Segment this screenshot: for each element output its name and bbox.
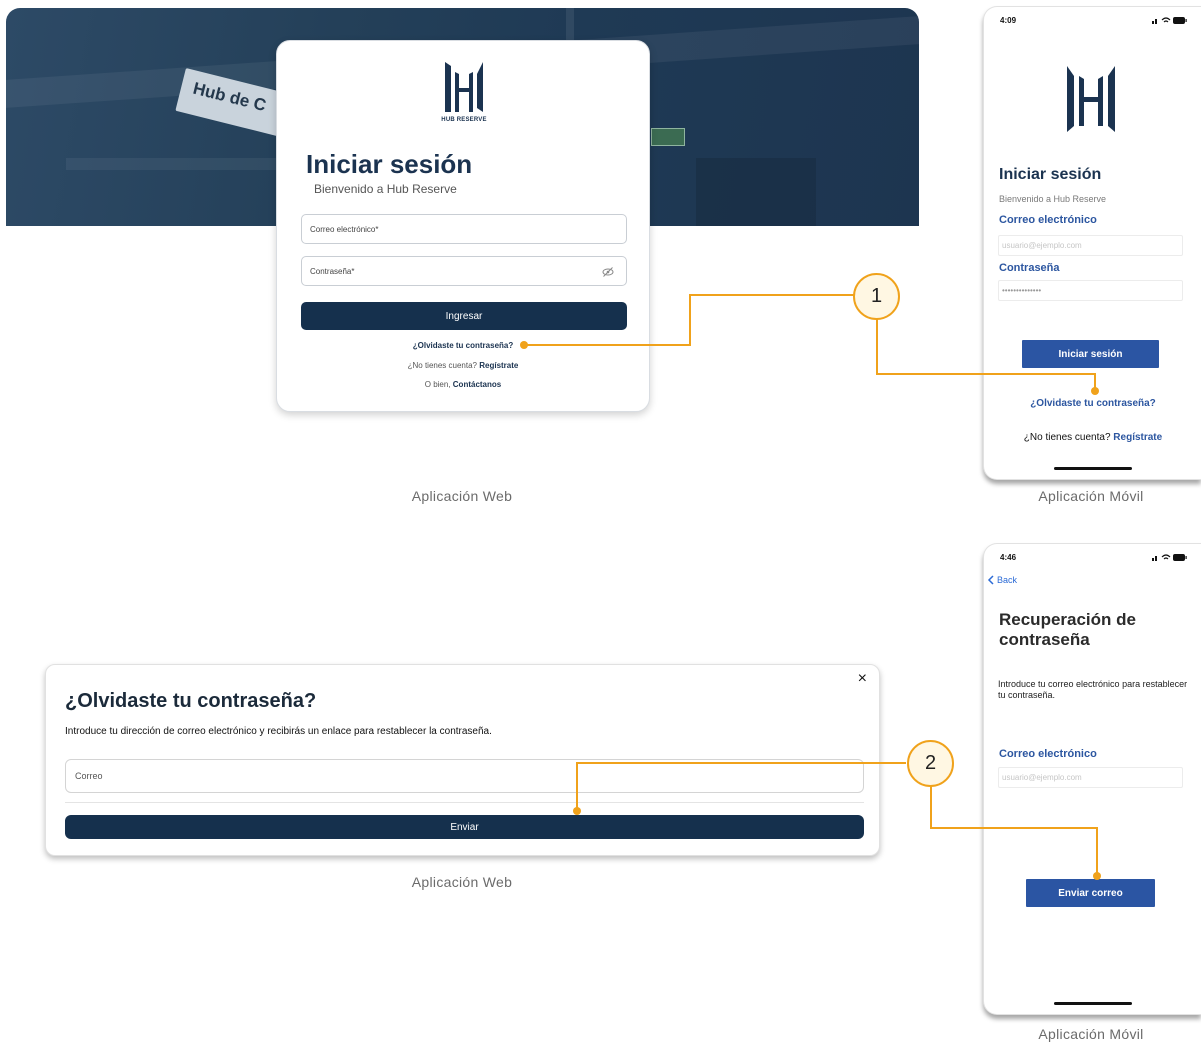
contact-line: O bien, Contáctanos (277, 380, 649, 389)
status-bar-icons (1152, 554, 1187, 561)
modal-email-input[interactable]: Correo (65, 759, 864, 793)
web-forgot-caption: Aplicación Web (411, 874, 513, 890)
back-label: Back (997, 575, 1018, 585)
status-time: 4:09 (1000, 16, 1017, 25)
register-link[interactable]: Regístrate (479, 361, 518, 370)
mobile-login-button[interactable]: Iniciar sesión (1022, 340, 1159, 368)
home-indicator (1054, 1002, 1132, 1005)
recovery-email-input[interactable]: usuario@ejemplo.com (998, 767, 1183, 788)
modal-divider (65, 802, 864, 803)
web-login-caption: Aplicación Web (411, 488, 513, 504)
register-line: ¿No tienes cuenta? Regístrate (277, 361, 649, 370)
modal-title: ¿Olvidaste tu contraseña? (65, 690, 317, 712)
email-field-label: Correo electrónico (310, 224, 376, 234)
forgot-password-link[interactable]: ¿Olvidaste tu contraseña? (277, 341, 649, 350)
login-card: HUB RESERVE Iniciar sesión Bienvenido a … (276, 40, 650, 412)
mobile-register-line: ¿No tienes cuenta? Regístrate (984, 432, 1201, 443)
annotation-badge-2: 2 (907, 740, 954, 787)
contact-link[interactable]: Contáctanos (453, 380, 501, 389)
login-button[interactable]: Ingresar (301, 302, 627, 330)
recovery-title-line1: Recuperación de (999, 610, 1136, 629)
close-icon[interactable]: × (858, 670, 867, 688)
page-subtitle: Bienvenido a Hub Reserve (314, 182, 457, 196)
email-field[interactable]: Correo electrónico * (301, 214, 627, 244)
mobile-no-account-text: ¿No tienes cuenta? (1023, 432, 1111, 443)
eye-off-icon[interactable] (602, 266, 614, 278)
home-indicator (1054, 467, 1132, 470)
logo-text: HUB RESERVE (441, 117, 487, 123)
recovery-title: Recuperación de contraseña (999, 610, 1136, 650)
annotation-badge-1: 1 (853, 273, 900, 320)
mobile-password-input[interactable]: •••••••••••••• (998, 280, 1183, 301)
hub-reserve-logo (1067, 66, 1115, 132)
mobile-page-title: Iniciar sesión (999, 166, 1102, 183)
back-button[interactable]: Back (987, 575, 1017, 585)
or-text: O bien, (424, 380, 451, 389)
hub-reserve-logo: HUB RESERVE (437, 56, 491, 128)
exit-sign (651, 128, 685, 146)
mobile-email-label: Correo electrónico (999, 214, 1097, 226)
forgot-password-modal: × ¿Olvidaste tu contraseña? Introduce tu… (45, 664, 880, 856)
mobile-subtitle: Bienvenido a Hub Reserve (999, 194, 1107, 204)
recovery-description: Introduce tu correo electrónico para res… (998, 679, 1188, 700)
status-bar-icons (1152, 17, 1187, 24)
chevron-left-icon (987, 575, 994, 585)
recovery-email-label: Correo electrónico (999, 748, 1097, 760)
required-mark: * (375, 224, 379, 234)
recovery-title-line2: contraseña (999, 630, 1090, 649)
mobile-login-screen: 4:09 Iniciar sesión Bienvenido a Hub Res… (983, 6, 1201, 480)
mobile-recovery-screen: 4:46 Back Recuperación de contraseña Int… (983, 543, 1201, 1015)
password-field[interactable]: Contraseña * (301, 256, 627, 286)
no-account-text: ¿No tienes cuenta? (407, 361, 477, 370)
password-field-label: Contraseña (310, 266, 352, 276)
status-time: 4:46 (1000, 553, 1017, 562)
modal-description: Introduce tu dirección de correo electró… (65, 726, 492, 737)
send-button[interactable]: Enviar (65, 815, 864, 839)
mobile-recovery-caption: Aplicación Móvil (1038, 1026, 1144, 1042)
mobile-email-input[interactable]: usuario@ejemplo.com (998, 235, 1183, 256)
required-mark: * (351, 266, 355, 276)
mobile-password-label: Contraseña (999, 262, 1060, 274)
hub-reserve-logo-mark (445, 62, 483, 112)
mobile-login-caption: Aplicación Móvil (1038, 488, 1144, 504)
mobile-forgot-password-link[interactable]: ¿Olvidaste tu contraseña? (984, 398, 1201, 409)
send-email-button[interactable]: Enviar correo (1026, 879, 1155, 907)
mobile-register-link[interactable]: Regístrate (1113, 432, 1162, 443)
page-title: Iniciar sesión (306, 149, 473, 179)
